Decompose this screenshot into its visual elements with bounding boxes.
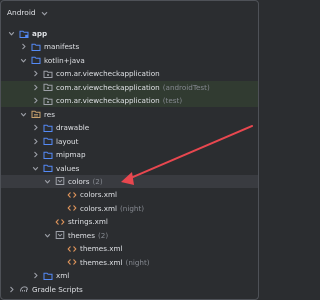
xml-file-icon bbox=[67, 257, 77, 267]
tree-item-label: colors bbox=[68, 176, 90, 186]
tree-item-label: strings.xml bbox=[68, 217, 108, 227]
tree-item[interactable]: colors (2) bbox=[1, 174, 258, 188]
folder-icon bbox=[31, 42, 41, 52]
tree-item-label: com.ar.viewcheckapplication bbox=[56, 69, 160, 79]
tree-item[interactable]: manifests bbox=[1, 40, 258, 53]
chevron-right-icon[interactable] bbox=[31, 271, 40, 280]
tree-item-label: themes.xml bbox=[80, 244, 123, 254]
tree-item[interactable]: kotlin+java bbox=[1, 54, 258, 67]
view-selector-label: Android bbox=[7, 8, 36, 17]
tree-item-label: values bbox=[56, 163, 80, 173]
tree-item-hint: (test) bbox=[162, 96, 183, 106]
chevron-down-icon[interactable] bbox=[7, 29, 16, 38]
tree-item[interactable]: values bbox=[1, 162, 258, 175]
tree-item[interactable]: res bbox=[1, 108, 258, 121]
tree-item-label: xml bbox=[56, 271, 70, 281]
tree-item-label: layout bbox=[56, 136, 79, 146]
tree-item-label: colors.xml bbox=[80, 203, 117, 213]
tree-item[interactable]: mipmap bbox=[1, 148, 258, 161]
tree-item[interactable]: com.ar.viewcheckapplication bbox=[1, 67, 258, 80]
tree-item-label: com.ar.viewcheckapplication bbox=[56, 82, 160, 92]
tree-item[interactable]: layout bbox=[1, 135, 258, 148]
tree-item-label: manifests bbox=[44, 42, 80, 52]
tree-item-label: colors.xml bbox=[80, 190, 117, 200]
tree-item[interactable]: Gradle Scripts bbox=[1, 283, 258, 296]
xml-file-icon bbox=[67, 190, 77, 200]
tree-item-hint: (2) bbox=[97, 230, 109, 240]
chevron-right-icon[interactable] bbox=[31, 83, 40, 92]
package-icon bbox=[43, 82, 53, 92]
project-tool-window: Android app manifests kotlin+java com.ar.vi… bbox=[0, 0, 259, 300]
folder-icon bbox=[43, 150, 53, 160]
chevron-right-icon[interactable] bbox=[31, 96, 40, 105]
chevron-down-icon[interactable] bbox=[43, 177, 52, 186]
folder-icon bbox=[43, 163, 53, 173]
view-selector[interactable]: Android bbox=[7, 4, 49, 22]
tree-item-hint: (2) bbox=[92, 176, 103, 186]
folder-icon bbox=[43, 271, 53, 281]
chevron-right-icon[interactable] bbox=[31, 150, 40, 159]
tree-item[interactable]: com.ar.viewcheckapplication (test) bbox=[1, 94, 258, 108]
tree-item-label: themes.xml bbox=[80, 257, 123, 267]
resource-group-icon bbox=[55, 230, 65, 240]
folder-source-icon bbox=[31, 55, 41, 65]
xml-file-icon bbox=[67, 244, 77, 254]
tree-item-label: drawable bbox=[56, 123, 90, 133]
chevron-right-icon[interactable] bbox=[31, 69, 40, 78]
tree-item[interactable]: app bbox=[1, 27, 258, 40]
tree-item[interactable]: themes.xml bbox=[1, 242, 258, 255]
xml-file-icon bbox=[55, 217, 65, 227]
tree-item-label: app bbox=[32, 29, 48, 38]
chevron-down-icon[interactable] bbox=[43, 231, 52, 240]
tree-item-hint: (androidTest) bbox=[162, 82, 210, 92]
tree-item[interactable]: colors.xml bbox=[1, 188, 258, 201]
gradle-icon bbox=[19, 284, 29, 294]
tree-item-label: mipmap bbox=[56, 150, 86, 160]
tree-item-label: com.ar.viewcheckapplication bbox=[56, 96, 160, 106]
tree-item[interactable]: themes (2) bbox=[1, 229, 258, 242]
tree-item[interactable]: strings.xml bbox=[1, 215, 258, 228]
tree-item-hint: (night) bbox=[119, 203, 145, 213]
tree-item-label: res bbox=[44, 109, 55, 119]
tree-item-hint: (night) bbox=[125, 257, 150, 267]
tree-item[interactable]: colors.xml (night) bbox=[1, 202, 258, 215]
tree-item[interactable]: com.ar.viewcheckapplication (androidTest) bbox=[1, 80, 258, 94]
tree-item-label: Gradle Scripts bbox=[32, 284, 83, 294]
chevron-right-icon[interactable] bbox=[31, 123, 40, 132]
chevron-down-icon[interactable] bbox=[19, 56, 28, 65]
tree-item-label: kotlin+java bbox=[44, 55, 85, 65]
chevron-down-icon[interactable] bbox=[31, 164, 40, 173]
chevron-down-icon bbox=[40, 9, 49, 18]
package-icon bbox=[43, 96, 53, 106]
folder-icon bbox=[43, 123, 53, 133]
chevron-down-icon[interactable] bbox=[19, 110, 28, 119]
chevron-right-icon[interactable] bbox=[19, 42, 28, 51]
tree-item-label: themes bbox=[68, 230, 95, 240]
tree-item[interactable]: drawable bbox=[1, 121, 258, 134]
chevron-right-icon[interactable] bbox=[7, 285, 16, 294]
package-icon bbox=[43, 69, 53, 79]
xml-file-icon bbox=[67, 203, 77, 213]
chevron-right-icon[interactable] bbox=[31, 137, 40, 146]
folder-icon bbox=[43, 136, 53, 146]
folder-module-icon bbox=[19, 29, 29, 39]
resource-group-icon bbox=[55, 176, 65, 186]
folder-res-icon bbox=[31, 109, 41, 119]
tree-item[interactable]: themes.xml (night) bbox=[1, 256, 258, 269]
tree-item[interactable]: xml bbox=[1, 269, 258, 282]
